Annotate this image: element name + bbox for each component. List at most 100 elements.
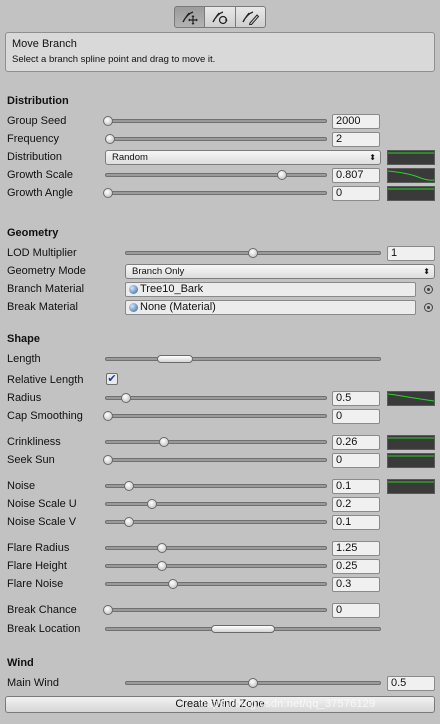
radius-curve[interactable]	[387, 391, 435, 406]
seek-sun-slider[interactable]	[105, 458, 327, 462]
frequency-field[interactable]: 2	[332, 132, 380, 147]
noise-curve[interactable]	[387, 479, 435, 494]
frequency-slider-thumb[interactable]	[105, 134, 115, 144]
flare-height-slider-thumb[interactable]	[157, 561, 167, 571]
free-hand-tool-button[interactable]	[235, 6, 266, 28]
noise-slider-thumb[interactable]	[124, 481, 134, 491]
flare-height-slider[interactable]	[105, 564, 327, 568]
growth-scale-field[interactable]: 0.807	[332, 168, 380, 183]
seek-sun-slider-thumb[interactable]	[103, 455, 113, 465]
cap-smoothing-field[interactable]: 0	[332, 409, 380, 424]
lod-multiplier-slider-thumb[interactable]	[248, 248, 258, 258]
growth-angle-slider[interactable]	[105, 191, 327, 195]
crinkliness-slider[interactable]	[105, 440, 327, 444]
break-chance-label: Break Chance	[7, 604, 77, 616]
distribution-dropdown[interactable]: Random ⬍	[105, 150, 381, 165]
crinkliness-label: Crinkliness	[7, 436, 61, 448]
frequency-slider[interactable]	[105, 137, 327, 141]
noise-field[interactable]: 0.1	[332, 479, 380, 494]
crinkliness-field[interactable]: 0.26	[332, 435, 380, 450]
dropdown-arrow-icon: ⬍	[369, 153, 376, 162]
main-wind-field[interactable]: 0.5	[387, 676, 435, 691]
flare-noise-slider-thumb[interactable]	[168, 579, 178, 589]
shape-header: Shape	[7, 333, 41, 345]
geometry-mode-dropdown-value: Branch Only	[132, 266, 185, 277]
group-seed-field[interactable]: 2000	[332, 114, 380, 129]
noise-scale-v-field[interactable]: 0.1	[332, 515, 380, 530]
move-branch-tool-button[interactable]	[174, 6, 206, 28]
frequency-label: Frequency	[7, 133, 59, 145]
relative-length-checkbox[interactable]: ✔	[106, 373, 118, 385]
noise-scale-u-field[interactable]: 0.2	[332, 497, 380, 512]
help-title: Move Branch	[12, 38, 77, 50]
group-seed-slider[interactable]	[105, 119, 327, 123]
noise-curve-graph	[388, 481, 434, 483]
flare-height-label: Flare Height	[7, 560, 67, 572]
noise-scale-v-slider-thumb[interactable]	[124, 517, 134, 527]
radius-curve-graph	[387, 393, 435, 402]
break-chance-slider[interactable]	[105, 608, 327, 612]
object-picker-icon[interactable]	[424, 303, 433, 312]
noise-scale-u-label: Noise Scale U	[7, 498, 77, 510]
radius-field[interactable]: 0.5	[332, 391, 380, 406]
break-material-label: Break Material	[7, 301, 78, 313]
growth-scale-curve[interactable]	[387, 168, 435, 183]
cap-smoothing-label: Cap Smoothing	[7, 410, 83, 422]
seek-sun-curve[interactable]	[387, 453, 435, 468]
group-seed-slider-thumb[interactable]	[103, 116, 113, 126]
length-range-thumb[interactable]	[157, 355, 193, 363]
move-branch-icon	[182, 11, 198, 25]
tree-edit-toolbar	[174, 6, 266, 28]
flare-radius-field[interactable]: 1.25	[332, 541, 380, 556]
seek-sun-label: Seek Sun	[7, 454, 55, 466]
flare-noise-label: Flare Noise	[7, 578, 64, 590]
flare-height-field[interactable]: 0.25	[332, 559, 380, 574]
watermark: https://blog.csdn.net/qq_37576129	[200, 698, 376, 710]
growth-angle-curve[interactable]	[387, 186, 435, 201]
growth-angle-slider-thumb[interactable]	[103, 188, 113, 198]
rotate-branch-icon	[212, 11, 228, 25]
help-box: Move Branch Select a branch spline point…	[5, 32, 435, 72]
break-material-field[interactable]: None (Material)	[125, 300, 416, 315]
geometry-header: Geometry	[7, 227, 59, 239]
geometry-mode-dropdown[interactable]: Branch Only ⬍	[125, 264, 435, 279]
cap-smoothing-slider-thumb[interactable]	[103, 411, 113, 421]
growth-angle-field[interactable]: 0	[332, 186, 380, 201]
crinkliness-curve[interactable]	[387, 435, 435, 450]
crinkliness-slider-thumb[interactable]	[159, 437, 169, 447]
seek-sun-field[interactable]: 0	[332, 453, 380, 468]
flare-noise-field[interactable]: 0.3	[332, 577, 380, 592]
distribution-curve-graph	[388, 152, 434, 154]
growth-scale-curve-graph	[387, 170, 435, 181]
growth-angle-label: Growth Angle	[7, 187, 74, 199]
noise-scale-v-slider[interactable]	[105, 520, 327, 524]
break-chance-field[interactable]: 0	[332, 603, 380, 618]
noise-scale-v-label: Noise Scale V	[7, 516, 77, 528]
noise-scale-u-slider-thumb[interactable]	[147, 499, 157, 509]
seek-sun-curve-graph	[388, 455, 434, 457]
length-range-slider[interactable]	[105, 357, 381, 361]
radius-slider[interactable]	[105, 396, 327, 400]
group-seed-label: Group Seed	[7, 115, 67, 127]
wind-header: Wind	[7, 657, 34, 669]
cap-smoothing-slider[interactable]	[105, 414, 327, 418]
flare-radius-slider-thumb[interactable]	[157, 543, 167, 553]
main-wind-slider-thumb[interactable]	[248, 678, 258, 688]
material-icon	[129, 285, 138, 294]
distribution-curve[interactable]	[387, 150, 435, 165]
lod-multiplier-field[interactable]: 1	[387, 246, 435, 261]
radius-slider-thumb[interactable]	[121, 393, 131, 403]
break-location-range-thumb[interactable]	[211, 625, 275, 633]
noise-scale-u-slider[interactable]	[105, 502, 327, 506]
branch-material-field[interactable]: Tree10_Bark	[125, 282, 416, 297]
growth-scale-slider[interactable]	[105, 173, 327, 177]
length-label: Length	[7, 353, 41, 365]
break-material-value: None (Material)	[140, 301, 216, 313]
noise-slider[interactable]	[105, 484, 327, 488]
flare-noise-slider[interactable]	[105, 582, 327, 586]
break-chance-slider-thumb[interactable]	[103, 605, 113, 615]
growth-scale-slider-thumb[interactable]	[277, 170, 287, 180]
object-picker-icon[interactable]	[424, 285, 433, 294]
rotate-branch-tool-button[interactable]	[205, 6, 236, 28]
flare-radius-slider[interactable]	[105, 546, 327, 550]
